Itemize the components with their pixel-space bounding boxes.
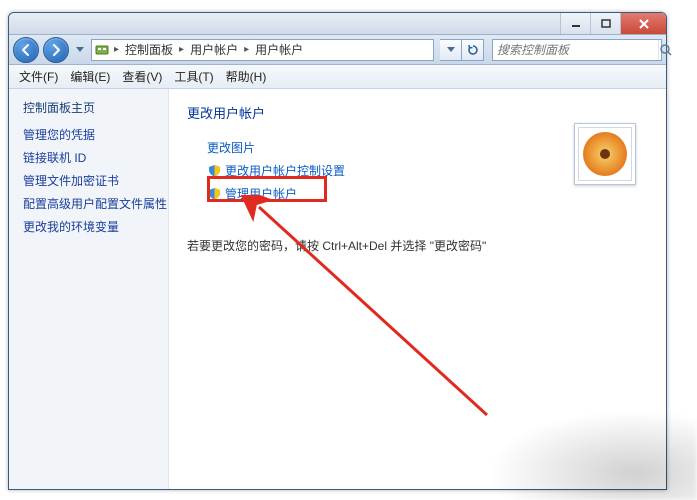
- sidebar-link-advanced-profile[interactable]: 配置高级用户配置文件属性: [23, 193, 168, 216]
- uac-settings-label: 更改用户帐户控制设置: [225, 162, 345, 179]
- window-frame: ▸ 控制面板 ▸ 用户帐户 ▸ 用户帐户 文件(F) 编辑(E) 查看(V) 工…: [8, 12, 667, 490]
- address-dropdown-button[interactable]: [440, 39, 462, 61]
- sidebar-link-env-vars[interactable]: 更改我的环境变量: [23, 216, 168, 239]
- maximize-button[interactable]: [590, 13, 620, 34]
- back-button[interactable]: [13, 37, 39, 63]
- manage-accounts-label: 管理用户帐户: [225, 185, 297, 202]
- shield-icon: [207, 164, 221, 178]
- sidebar: 控制面板主页 管理您的凭据 链接联机 ID 管理文件加密证书 配置高级用户配置文…: [9, 89, 169, 489]
- navbar: ▸ 控制面板 ▸ 用户帐户 ▸ 用户帐户: [9, 35, 666, 65]
- breadcrumb-sep: ▸: [112, 44, 121, 55]
- window-body: 控制面板主页 管理您的凭据 链接联机 ID 管理文件加密证书 配置高级用户配置文…: [9, 89, 666, 489]
- menu-view[interactable]: 查看(V): [116, 66, 168, 87]
- page-heading: 更改用户帐户: [187, 103, 648, 122]
- address-bar[interactable]: ▸ 控制面板 ▸ 用户帐户 ▸ 用户帐户: [91, 39, 434, 61]
- nav-history-dropdown[interactable]: [73, 38, 87, 62]
- refresh-button[interactable]: [462, 39, 484, 61]
- user-avatar[interactable]: [574, 123, 636, 185]
- control-panel-home-link[interactable]: 控制面板主页: [23, 99, 168, 116]
- password-note: 若要更改您的密码，请按 Ctrl+Alt+Del 并选择 "更改密码": [187, 237, 648, 254]
- sidebar-link-encryption-cert[interactable]: 管理文件加密证书: [23, 170, 168, 193]
- menu-file[interactable]: 文件(F): [13, 66, 64, 87]
- control-panel-icon: [94, 42, 110, 58]
- avatar-image: [578, 127, 632, 181]
- search-icon[interactable]: [658, 40, 673, 60]
- content-pane: 更改用户帐户 更改图片 更改用户帐户控制设置 管理用户帐户: [169, 89, 666, 489]
- close-button[interactable]: [620, 13, 666, 34]
- minimize-button[interactable]: [560, 13, 590, 34]
- titlebar: [9, 13, 666, 35]
- menu-help[interactable]: 帮助(H): [220, 66, 273, 87]
- breadcrumb-item[interactable]: 用户帐户: [253, 41, 305, 58]
- manage-accounts-link[interactable]: 管理用户帐户: [207, 182, 648, 205]
- change-picture-label: 更改图片: [207, 139, 255, 156]
- breadcrumb-item[interactable]: 用户帐户: [188, 41, 240, 58]
- sidebar-link-credentials[interactable]: 管理您的凭据: [23, 124, 168, 147]
- menu-edit[interactable]: 编辑(E): [64, 66, 116, 87]
- breadcrumb-item[interactable]: 控制面板: [123, 41, 175, 58]
- forward-button[interactable]: [43, 37, 69, 63]
- search-box[interactable]: [492, 39, 662, 61]
- breadcrumb-sep: ▸: [177, 44, 186, 55]
- search-input[interactable]: [493, 43, 658, 57]
- breadcrumb-sep: ▸: [242, 44, 251, 55]
- menu-tools[interactable]: 工具(T): [168, 66, 219, 87]
- sidebar-link-online-id[interactable]: 链接联机 ID: [23, 147, 168, 170]
- shield-icon: [207, 187, 221, 201]
- menubar: 文件(F) 编辑(E) 查看(V) 工具(T) 帮助(H): [9, 65, 666, 89]
